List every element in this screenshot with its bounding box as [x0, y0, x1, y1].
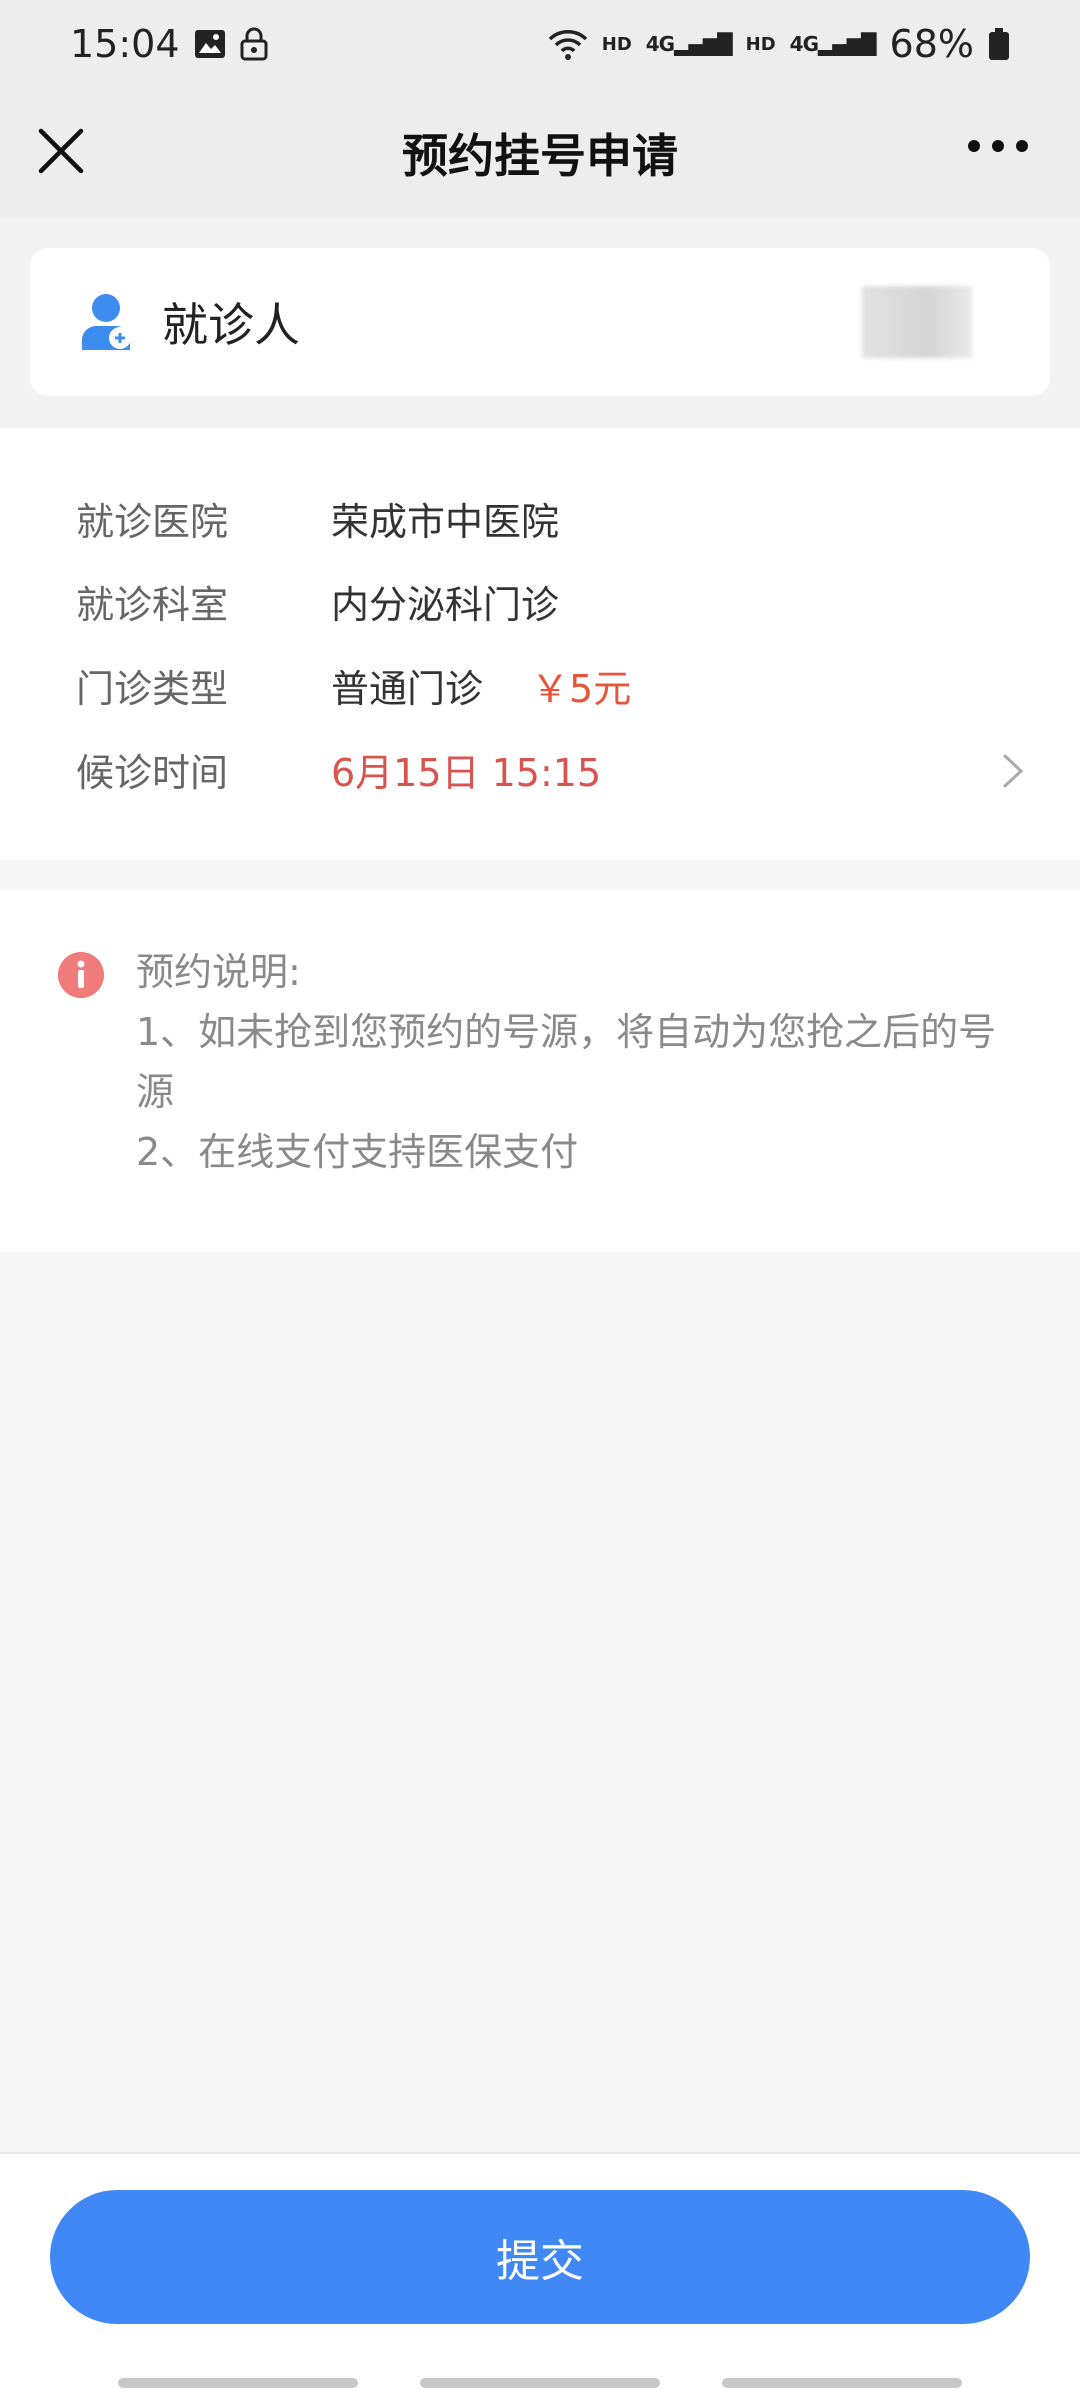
- gesture-bar-right[interactable]: [722, 2378, 962, 2388]
- battery-percent: 68%: [889, 22, 974, 66]
- gesture-bar-center[interactable]: [420, 2378, 660, 2388]
- info-icon: [58, 952, 104, 998]
- appointment-info: 就诊医院 荣成市中医院 就诊科室 内分泌科门诊 门诊类型 普通门诊 ￥5元 候诊…: [0, 428, 1080, 860]
- clinic-type-value: 普通门诊: [331, 666, 484, 711]
- status-bar-left: 15:04: [70, 22, 268, 66]
- department-label: 就诊科室: [76, 582, 229, 627]
- info-row-clinic-type: 门诊类型 普通门诊 ￥5元: [76, 655, 1026, 715]
- hospital-label: 就诊医院: [76, 499, 229, 544]
- notice-line-2: 2、在线支付支持医保支付: [136, 1130, 579, 1174]
- info-row-department: 就诊科室 内分泌科门诊: [76, 571, 1026, 631]
- network-hd-label-2: HD: [745, 33, 776, 55]
- bottom-bar: 提交: [0, 2152, 1080, 2400]
- notice-line-1: 1、如未抢到您预约的号源，将自动为您抢之后的号源: [136, 1010, 997, 1114]
- add-user-icon: [82, 294, 131, 350]
- info-row-waiting-time[interactable]: 候诊时间 6月15日 15:15: [76, 739, 1026, 799]
- nav-bar: 预约挂号申请: [0, 88, 1080, 218]
- gesture-bar-left[interactable]: [118, 2378, 358, 2388]
- info-row-hospital: 就诊医院 荣成市中医院: [76, 488, 1026, 548]
- page-title: 预约挂号申请: [402, 129, 678, 183]
- signal-icon: 4G▂▄▆█: [645, 32, 733, 56]
- status-time: 15:04: [70, 22, 180, 66]
- hospital-value: 荣成市中医院: [331, 499, 560, 544]
- wifi-icon: [548, 30, 587, 60]
- patient-label: 就诊人: [162, 298, 300, 352]
- status-bar-right: HD 4G▂▄▆█ HD 4G▂▄▆█ 68%: [548, 22, 1010, 66]
- more-icon[interactable]: [968, 140, 1028, 152]
- lock-icon: [240, 27, 268, 61]
- battery-icon: [989, 28, 1009, 60]
- image-icon: [194, 30, 225, 58]
- signal-icon-2: 4G▂▄▆█: [789, 32, 877, 56]
- patient-name-redacted: [862, 286, 972, 358]
- clinic-type-label: 门诊类型: [76, 666, 229, 711]
- status-bar: 15:04 HD 4G▂▄▆█ HD 4G▂▄▆█ 68%: [0, 0, 1080, 88]
- waiting-time-value: 6月15日 15:15: [331, 750, 602, 795]
- network-4g-label: 4G: [645, 32, 675, 56]
- patient-section: 就诊人: [0, 218, 1080, 428]
- submit-button[interactable]: 提交: [50, 2190, 1030, 2324]
- close-icon[interactable]: [36, 126, 86, 176]
- network-4g-label-2: 4G: [789, 32, 819, 56]
- price-value: ￥5元: [531, 666, 632, 711]
- notice-section: 预约说明: 1、如未抢到您预约的号源，将自动为您抢之后的号源 2、在线支付支持医…: [0, 890, 1080, 1252]
- notice-title: 预约说明:: [136, 950, 301, 994]
- chevron-right-icon[interactable]: [1000, 753, 1026, 789]
- patient-selector[interactable]: 就诊人: [30, 248, 1050, 396]
- waiting-time-label: 候诊时间: [76, 750, 229, 795]
- network-hd-label: HD: [601, 33, 632, 55]
- notice-text: 预约说明: 1、如未抢到您预约的号源，将自动为您抢之后的号源 2、在线支付支持医…: [136, 942, 1016, 1182]
- department-value: 内分泌科门诊: [331, 582, 560, 627]
